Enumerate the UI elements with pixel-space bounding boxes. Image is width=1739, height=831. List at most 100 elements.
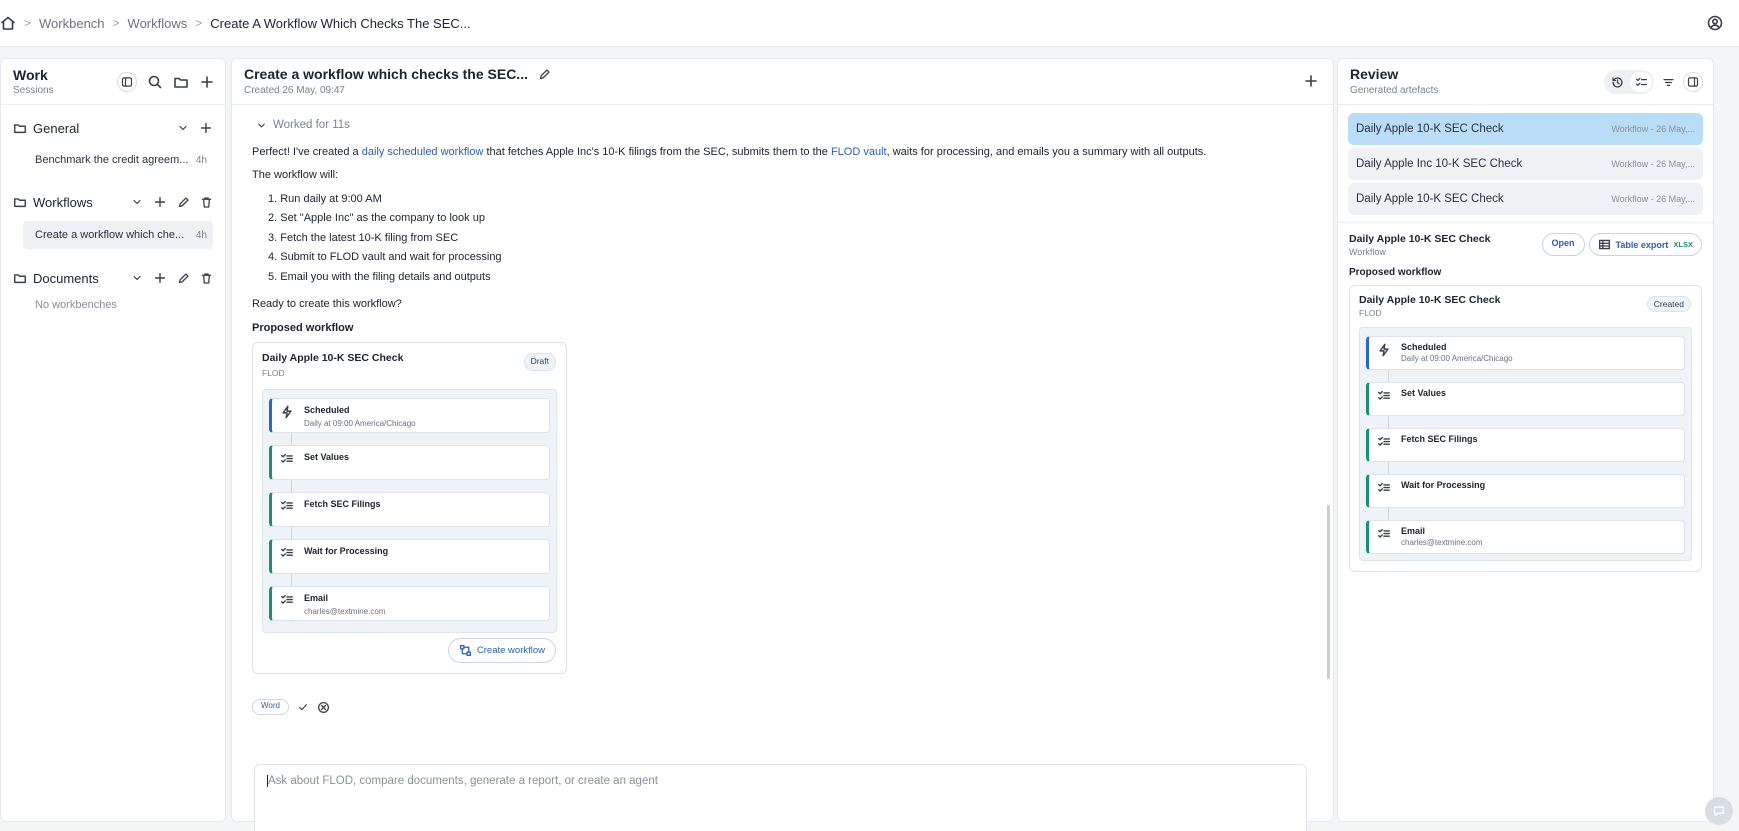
ready-question: Ready to create this workflow? [252, 298, 402, 311]
edit-pencil-icon[interactable] [538, 68, 551, 81]
home-icon[interactable] [0, 15, 16, 31]
create-workflow-button[interactable]: Create workflow [447, 637, 556, 664]
artefact-list: Daily Apple 10-K SEC Check Workflow - 26… [1338, 105, 1713, 223]
artefact-detail: Daily Apple 10-K SEC Check Workflow Open… [1338, 223, 1713, 582]
workflow-node-set-values[interactable]: Set Values [1366, 382, 1685, 416]
table-export-button[interactable]: Table export XLSX [1588, 233, 1702, 256]
checklist-icon[interactable] [1630, 72, 1652, 92]
history-icon[interactable] [1606, 72, 1628, 92]
workflow-node-scheduled[interactable]: Scheduled Daily at 09:00 America/Chicago [269, 397, 550, 433]
section-documents-header[interactable]: Documents [13, 263, 213, 293]
message-actions: Word [252, 699, 330, 715]
proposed-workflow-label: Proposed workflow [1349, 267, 1442, 278]
help-chat-icon[interactable] [1705, 797, 1733, 825]
assistant-intro: Perfect! I've created a daily scheduled … [252, 146, 1207, 159]
worked-toggle[interactable]: Worked for 11s [256, 117, 1312, 133]
workflow-node-email[interactable]: Email charles@textmine.com [269, 585, 550, 621]
folder-icon [13, 271, 27, 285]
sessions-header: Work Sessions [1, 59, 225, 105]
folder-icon [13, 195, 27, 209]
table-icon [1598, 238, 1611, 251]
edit-pencil-icon[interactable] [177, 272, 190, 285]
new-session-plus-icon[interactable] [199, 74, 215, 90]
trash-icon[interactable] [200, 272, 213, 285]
artefact-item[interactable]: Daily Apple 10-K SEC Check Workflow - 26… [1348, 183, 1703, 215]
checklist-icon [1377, 435, 1391, 449]
session-item-title: Benchmark the credit agreem... [35, 154, 189, 166]
session-item-age: 4h [195, 154, 207, 166]
section-workflows: Workflows Create a workflow which che...… [1, 187, 225, 249]
checklist-icon [1377, 389, 1391, 403]
workflow-node-wait-for-processing[interactable]: Wait for Processing [1366, 474, 1685, 508]
new-chat-plus-icon[interactable] [1303, 73, 1319, 89]
list-item: 5. Email you with the filing details and… [268, 270, 491, 283]
session-item[interactable]: Create a workflow which che... 4h [23, 221, 213, 249]
workflow-will: The workflow will: [252, 169, 339, 182]
breadcrumb-workflows[interactable]: Workflows [128, 16, 188, 31]
created-workflow-card: Daily Apple 10-K SEC Check FLOD Created … [1349, 285, 1702, 572]
session-item[interactable]: Benchmark the credit agreem... 4h [23, 147, 213, 173]
workflow-node-fetch-sec-filings[interactable]: Fetch SEC Filings [269, 491, 550, 527]
check-icon[interactable] [297, 701, 309, 713]
folder-icon [13, 121, 27, 135]
add-icon[interactable] [199, 121, 213, 135]
section-workflows-label: Workflows [33, 194, 93, 210]
workflow-steps-diagram: Scheduled Daily at 09:00 America/Chicago … [262, 388, 557, 633]
open-button[interactable]: Open [1541, 233, 1585, 256]
workflow-node-email[interactable]: Email charles@textmine.com [1366, 520, 1685, 554]
search-icon[interactable] [147, 74, 163, 90]
message-composer [254, 764, 1307, 831]
workflow-node-set-values[interactable]: Set Values [269, 444, 550, 480]
list-item: 2. Set "Apple Inc" as the company to loo… [268, 212, 485, 225]
workflow-node-scheduled[interactable]: Scheduled Daily at 09:00 America/Chicago [1366, 336, 1685, 370]
chevron-down-icon[interactable] [131, 196, 143, 208]
lightning-icon [1377, 343, 1391, 357]
workflow-steps: 1. Run daily at 9:00 AM 2. Set "Apple In… [268, 192, 1312, 290]
edit-pencil-icon[interactable] [177, 196, 190, 209]
section-workflows-header[interactable]: Workflows [13, 187, 213, 217]
chevron-down-icon[interactable] [131, 272, 143, 284]
cancel-icon[interactable] [317, 701, 330, 714]
section-general-label: General [33, 120, 80, 136]
section-general-header[interactable]: General [13, 113, 213, 143]
toggle-review-panel-button[interactable] [1683, 72, 1703, 92]
toggle-sidebar-button[interactable] [117, 72, 137, 92]
add-icon[interactable] [153, 195, 167, 209]
breadcrumb-workbench[interactable]: Workbench [39, 16, 105, 31]
trash-icon[interactable] [200, 196, 213, 209]
checklist-icon [280, 452, 294, 466]
empty-workbenches: No workbenches [35, 299, 117, 311]
checklist-icon [1377, 481, 1391, 495]
list-item: 4. Submit to FLOD vault and wait for pro… [268, 251, 502, 264]
worked-duration: Worked for 11s [273, 119, 350, 131]
chat-scrollbar[interactable] [1327, 505, 1330, 679]
review-header: Review Generated artefacts [1338, 59, 1713, 105]
chat-header: Create a workflow which checks the SEC..… [232, 59, 1333, 105]
workflow-icon [459, 644, 472, 657]
list-item: 1. Run daily at 9:00 AM [268, 192, 382, 205]
workflow-org: FLOD [262, 367, 285, 378]
artefact-item[interactable]: Daily Apple Inc 10-K SEC Check Workflow … [1348, 148, 1703, 180]
workflow-name: Daily Apple 10-K SEC Check [262, 352, 404, 365]
user-account-icon[interactable] [1707, 15, 1723, 31]
session-item-age: 4h [195, 229, 207, 241]
workflow-node-wait-for-processing[interactable]: Wait for Processing [269, 538, 550, 574]
review-panel: Review Generated artefacts Daily Apple 1… [1337, 58, 1714, 822]
artefact-item[interactable]: Daily Apple 10-K SEC Check Workflow - 26… [1348, 113, 1703, 145]
section-general: General Benchmark the credit agreem... 4… [1, 113, 225, 173]
message-input[interactable] [267, 775, 1167, 787]
filter-icon[interactable] [1662, 76, 1675, 89]
folder-icon[interactable] [173, 74, 189, 90]
add-icon[interactable] [153, 271, 167, 285]
chat-messages: Worked for 11s Perfect! I've created a d… [252, 117, 1312, 675]
word-export-button[interactable]: Word [252, 699, 289, 715]
chat-created: Created 26 May, 09:47 [244, 85, 345, 96]
chevron-down-icon[interactable] [177, 122, 189, 134]
chat-title: Create a workflow which checks the SEC..… [244, 66, 528, 82]
checklist-icon [280, 499, 294, 513]
workflow-node-fetch-sec-filings[interactable]: Fetch SEC Filings [1366, 428, 1685, 462]
workflow-steps-diagram: Scheduled Daily at 09:00 America/Chicago … [1359, 327, 1692, 561]
top-bar: > Workbench > Workflows > Create A Workf… [0, 0, 1739, 47]
session-item-title: Create a workflow which che... [35, 229, 185, 241]
sessions-panel: Work Sessions General Benchmark the cred… [0, 58, 226, 822]
